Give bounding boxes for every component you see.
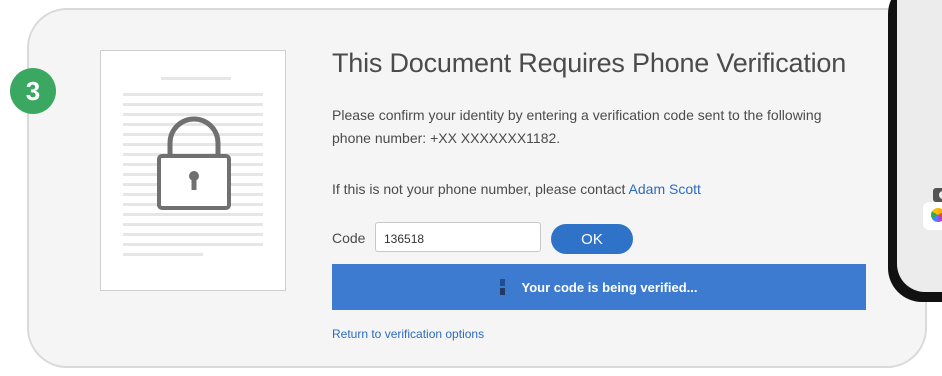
doc-line — [123, 223, 263, 226]
camera-icon — [933, 188, 942, 202]
contact-link[interactable]: Adam Scott — [629, 181, 701, 197]
lock-icon — [157, 116, 231, 210]
code-label: Code — [332, 230, 366, 246]
contact-prefix: If this is not your phone number, please… — [332, 181, 626, 197]
doc-line — [123, 233, 263, 236]
spinner-icon — [500, 279, 506, 295]
doc-line — [123, 213, 263, 216]
page-title: This Document Requires Phone Verificatio… — [332, 48, 847, 78]
verification-status-banner: Your code is being verified... — [332, 264, 866, 310]
doc-line — [123, 243, 263, 246]
doc-line — [161, 77, 231, 80]
contact-line: If this is not your phone number, please… — [332, 178, 852, 201]
photos-icon — [931, 208, 942, 222]
phone-mockup — [888, 0, 942, 302]
doc-line — [123, 93, 263, 96]
status-message: Your code is being verified... — [521, 279, 698, 295]
verification-instruction: Please confirm your identity by entering… — [332, 107, 822, 146]
return-to-options-link[interactable]: Return to verification options — [332, 327, 484, 341]
phone-screen — [897, 0, 942, 292]
document-thumbnail — [100, 50, 286, 291]
ok-button[interactable]: OK — [551, 224, 633, 254]
phone-app-row — [923, 202, 942, 230]
code-input[interactable] — [375, 222, 541, 252]
doc-line — [123, 103, 263, 106]
step-badge: 3 — [10, 68, 56, 114]
doc-line — [123, 253, 203, 256]
